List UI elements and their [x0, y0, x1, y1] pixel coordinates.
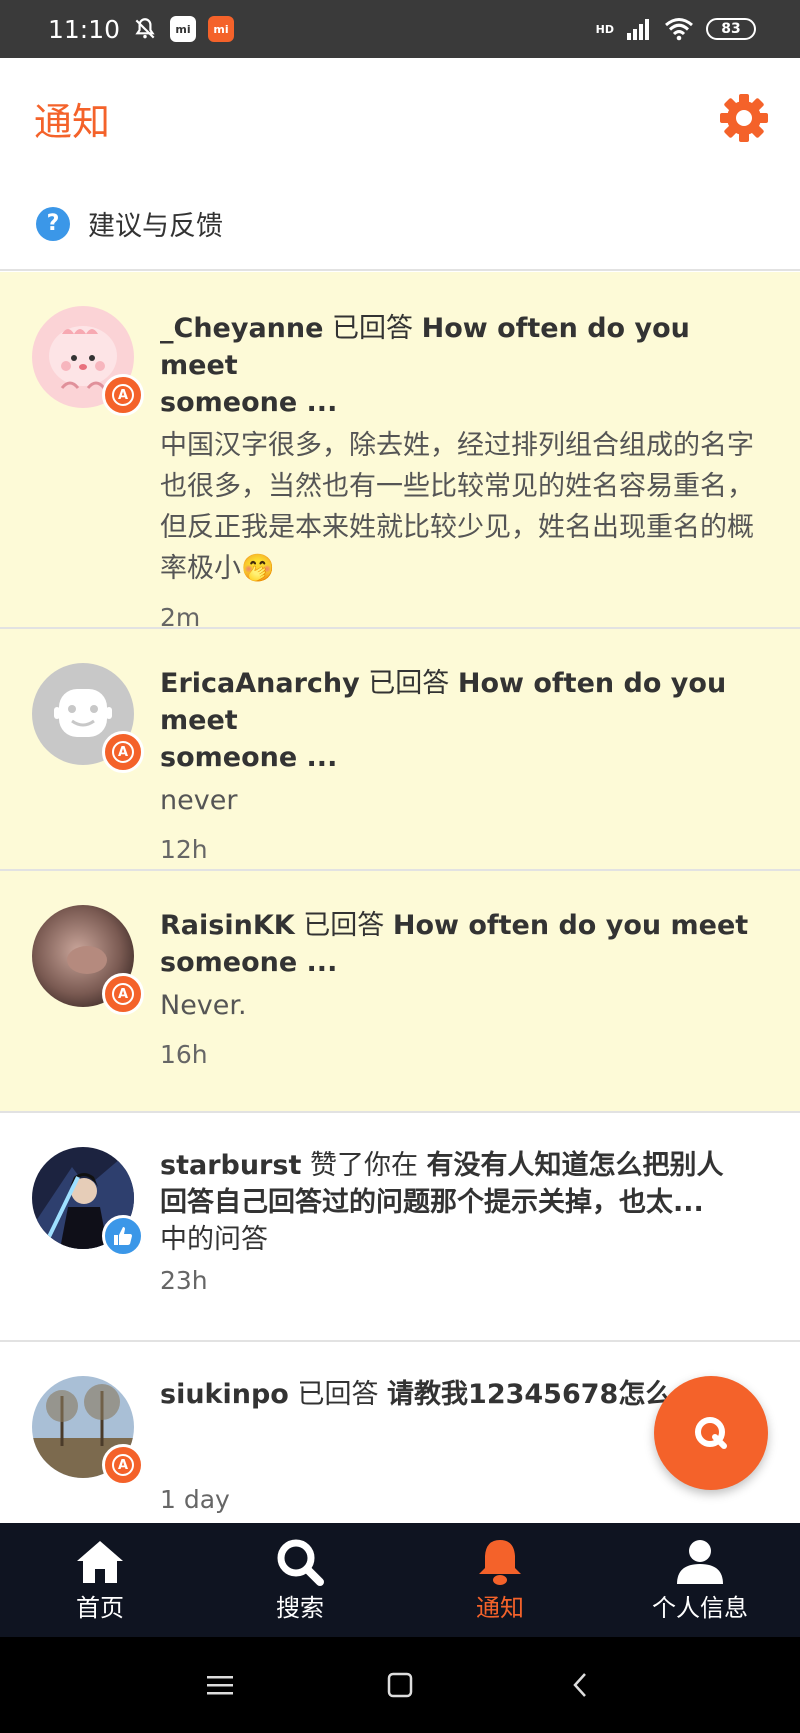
avatar[interactable]: A: [32, 663, 144, 773]
search-icon: [274, 1538, 326, 1586]
home-icon: [74, 1538, 126, 1586]
feedback-label: 建议与反馈: [88, 211, 223, 242]
notification-action: 已回答: [359, 668, 458, 699]
nav-profile[interactable]: 个人信息: [600, 1523, 800, 1637]
notification-item[interactable]: starburst 赞了你在 有没有人知道怎么把别人 回答自己回答过的问题那个提…: [0, 1113, 800, 1342]
notification-target[interactable]: 请教我12345678怎么: [387, 1379, 672, 1410]
help-icon: ?: [36, 206, 70, 241]
answer-badge-icon: A: [102, 374, 144, 416]
nav-label: 首页: [76, 1593, 124, 1622]
notification-body: 中国汉字很多，除去姓，经过排列组合组成的名字也很多，当然也有一些比较常见的姓名容…: [160, 430, 754, 584]
notification-body: Never.: [160, 990, 247, 1021]
avatar[interactable]: A: [32, 306, 144, 416]
menu-icon[interactable]: [200, 1665, 240, 1705]
answer-badge-icon: A: [102, 1444, 144, 1486]
notification-headline: EricaAnarchy 已回答 How often do you meet s…: [160, 665, 770, 776]
avatar[interactable]: [32, 1147, 144, 1257]
avatar[interactable]: A: [32, 1376, 144, 1486]
notification-item[interactable]: A _Cheyanne 已回答 How often do you meet so…: [0, 272, 800, 632]
notification-user[interactable]: starburst: [160, 1150, 301, 1181]
nav-label: 通知: [476, 1593, 524, 1622]
page-title: 通知: [34, 99, 111, 144]
notification-body: never: [160, 785, 238, 816]
avatar[interactable]: A: [32, 905, 144, 1015]
notification-item[interactable]: A EricaAnarchy 已回答 How often do you meet…: [0, 629, 800, 871]
bell-icon: [474, 1538, 526, 1586]
profile-icon: [674, 1538, 726, 1586]
notification-item[interactable]: A RaisinKK 已回答 How often do you meet som…: [0, 871, 800, 1113]
back-icon[interactable]: [560, 1665, 600, 1705]
bottom-navigation: 首页 搜索 通知 个人信息: [0, 1523, 800, 1637]
notification-time: 23h: [160, 1266, 208, 1295]
mi-store-icon: mi: [208, 16, 235, 42]
notification-user[interactable]: _Cheyanne: [160, 313, 323, 344]
mi-home-icon: mi: [170, 16, 197, 42]
notification-user[interactable]: RaisinKK: [160, 910, 295, 941]
notification-suffix: 中的问答: [160, 1224, 268, 1255]
battery-indicator: 83: [706, 18, 756, 40]
notification-target[interactable]: How often do you meet: [393, 910, 748, 941]
ask-question-button[interactable]: [654, 1376, 768, 1490]
answer-badge-icon: A: [102, 973, 144, 1015]
like-badge-icon: [102, 1215, 144, 1257]
question-q-icon: [695, 1417, 727, 1449]
notification-list: A _Cheyanne 已回答 How often do you meet so…: [0, 272, 800, 1542]
gear-icon[interactable]: [716, 90, 772, 146]
notification-target-cont[interactable]: someone ...: [160, 947, 337, 978]
feedback-row[interactable]: ? 建议与反馈: [0, 178, 800, 271]
notification-headline: starburst 赞了你在 有没有人知道怎么把别人 回答自己回答过的问题那个提…: [160, 1147, 770, 1258]
notification-action: 已回答: [294, 910, 393, 941]
notification-target-cont[interactable]: 回答自己回答过的问题那个提示关掉，也太...: [160, 1187, 704, 1218]
notification-headline: _Cheyanne 已回答 How often do you meet some…: [160, 310, 770, 421]
status-time: 11:10: [48, 14, 121, 44]
notification-target-cont[interactable]: someone ...: [160, 387, 337, 418]
notification-time: 1 day: [160, 1485, 230, 1514]
network-label: HD: [595, 22, 614, 36]
notification-time: 16h: [160, 1040, 208, 1069]
notification-action: 赞了你在: [301, 1150, 427, 1181]
home-square-icon[interactable]: [380, 1665, 420, 1705]
notification-time: 2m: [160, 603, 201, 632]
signal-icon: [626, 17, 652, 41]
nav-label: 搜索: [276, 1593, 324, 1622]
answer-badge-icon: A: [102, 731, 144, 773]
notification-user[interactable]: siukinpo: [160, 1379, 289, 1410]
nav-search[interactable]: 搜索: [200, 1523, 400, 1637]
nav-home[interactable]: 首页: [0, 1523, 200, 1637]
notification-time: 12h: [160, 835, 208, 864]
notification-action: 已回答: [288, 1379, 388, 1410]
notification-target[interactable]: 有没有人知道怎么把别人: [427, 1150, 724, 1181]
wifi-icon: [664, 17, 694, 41]
notification-user[interactable]: EricaAnarchy: [160, 668, 360, 699]
notification-action: 已回答: [323, 313, 422, 344]
nav-notifications[interactable]: 通知: [400, 1523, 600, 1637]
system-navigation-bar: [0, 1637, 800, 1733]
app-header: 通知: [0, 58, 800, 178]
status-bar: 11:10 mi mi HD 83: [0, 0, 800, 58]
notification-target-cont[interactable]: someone ...: [160, 742, 337, 773]
notifications-muted-icon: [132, 16, 158, 42]
notification-headline: RaisinKK 已回答 How often do you meet someo…: [160, 907, 770, 981]
nav-label: 个人信息: [652, 1593, 748, 1622]
